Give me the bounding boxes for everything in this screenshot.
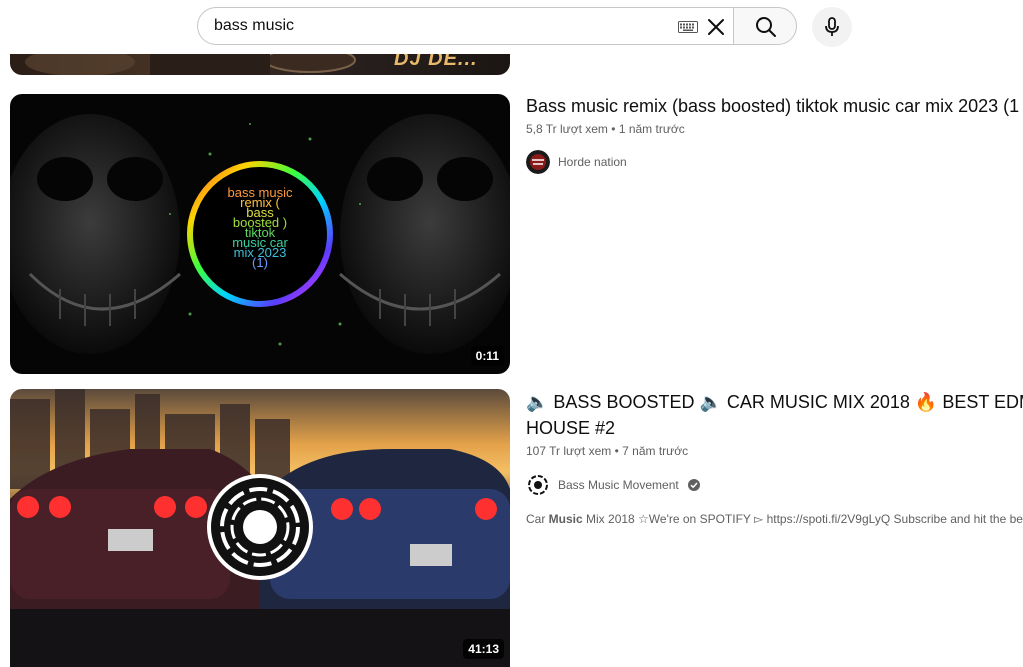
- highlighted-keyword: Music: [548, 512, 583, 526]
- search-button[interactable]: [733, 7, 797, 45]
- video-title[interactable]: 🔈 BASS BOOSTED 🔈 CAR MUSIC MIX 2018 🔥 BE…: [526, 389, 1023, 415]
- video-metadata: 5,8 Tr lượt xem • 1 năm trước: [526, 122, 685, 136]
- keyboard-icon[interactable]: [678, 21, 698, 33]
- video-duration: 0:11: [470, 346, 504, 366]
- clear-search-icon[interactable]: [703, 14, 729, 40]
- search-icon: [756, 17, 776, 37]
- video-title-line-2[interactable]: HOUSE #2: [526, 415, 615, 441]
- view-count: 107 Tr lượt xem: [526, 444, 612, 458]
- video-duration: 41:13: [463, 639, 504, 659]
- metadata-separator: •: [611, 122, 619, 136]
- search-input[interactable]: [214, 8, 674, 44]
- video-description-snippet: Car Music Mix 2018 ☆We're on SPOTIFY ▻ h…: [526, 512, 1023, 526]
- masthead: [0, 0, 1023, 54]
- view-count: 5,8 Tr lượt xem: [526, 122, 608, 136]
- channel-link[interactable]: Bass Music Movement: [526, 473, 701, 497]
- channel-name[interactable]: Bass Music Movement: [558, 478, 679, 492]
- video-title[interactable]: Bass music remix (bass boosted) tiktok m…: [526, 93, 1019, 119]
- upload-age: 7 năm trước: [622, 444, 689, 458]
- channel-name[interactable]: Horde nation: [558, 155, 627, 169]
- avatar[interactable]: [526, 473, 550, 497]
- microphone-icon: [825, 17, 839, 36]
- thumbnail-title-text: bass music remix ( bass boosted ) tiktok…: [227, 185, 293, 270]
- upload-age: 1 năm trước: [618, 122, 685, 136]
- video-thumbnail[interactable]: 41:13: [10, 389, 510, 667]
- video-metadata: 107 Tr lượt xem • 7 năm trước: [526, 444, 688, 458]
- video-thumbnail[interactable]: bass music remix ( bass boosted ) tiktok…: [10, 94, 510, 374]
- channel-link[interactable]: Horde nation: [526, 150, 627, 174]
- voice-search-button[interactable]: [812, 7, 852, 47]
- avatar[interactable]: [526, 150, 550, 174]
- verified-badge-icon: [687, 479, 700, 491]
- cars-artwork: [10, 389, 510, 667]
- search-box[interactable]: [197, 7, 733, 45]
